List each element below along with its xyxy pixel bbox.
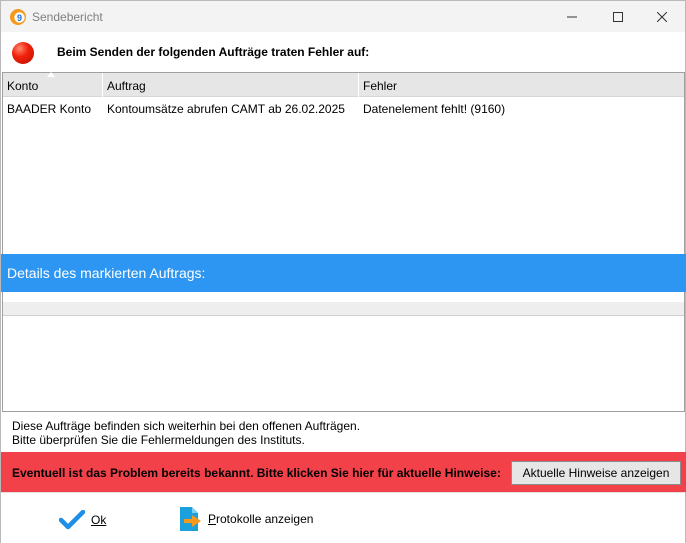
sendebericht-window: 9 Sendebericht Beim Senden der folgenden…: [0, 0, 686, 543]
error-header-text: Beim Senden der folgenden Aufträge trate…: [57, 45, 370, 59]
cell-auftrag: Kontoumsätze abrufen CAMT ab 26.02.2025: [107, 102, 345, 116]
error-header: Beim Senden der folgenden Aufträge trate…: [1, 32, 685, 72]
close-button[interactable]: [639, 1, 685, 32]
table-row[interactable]: BAADER Konto Kontoumsätze abrufen CAMT a…: [3, 98, 684, 120]
protocols-label: Protokolle anzeigen: [208, 512, 314, 526]
column-header-auftrag[interactable]: Auftrag: [103, 73, 359, 97]
minimize-icon: [567, 16, 577, 17]
show-hints-button[interactable]: Aktuelle Hinweise anzeigen: [511, 461, 681, 485]
known-issue-banner: Eventuell ist das Problem bereits bekann…: [1, 452, 686, 492]
column-header-konto[interactable]: Konto: [3, 72, 103, 97]
app-logo-icon: 9: [9, 8, 27, 26]
details-title: Details des markierten Auftrags:: [7, 265, 206, 281]
close-icon: [657, 11, 667, 22]
error-dot-icon: [12, 42, 34, 64]
banner-text: Eventuell ist das Problem bereits bekann…: [12, 466, 501, 480]
sort-arrow-icon: [47, 72, 55, 77]
maximize-icon: [613, 11, 623, 22]
ok-button[interactable]: Ok: [59, 507, 106, 533]
document-arrow-icon: [180, 507, 201, 531]
table-header: Konto Auftrag Fehler: [3, 72, 684, 97]
window-title: Sendebericht: [32, 10, 103, 24]
details-list-header: [3, 302, 684, 316]
footer: Ok Protokolle anzeigen: [1, 492, 685, 543]
cell-fehler: Datenelement fehlt! (9160): [363, 102, 506, 116]
info-line-2: Bitte überprüfen Sie die Fehlermeldungen…: [12, 433, 305, 447]
minimize-button[interactable]: [549, 1, 595, 32]
info-line-1: Diese Aufträge befinden sich weiterhin b…: [12, 419, 361, 433]
ok-label: Ok: [91, 513, 107, 527]
details-header: Details des markierten Auftrags:: [1, 254, 686, 292]
details-list: [2, 292, 685, 412]
maximize-button[interactable]: [595, 1, 641, 32]
checkmark-icon: [59, 510, 85, 530]
show-protocols-button[interactable]: Protokolle anzeigen: [178, 505, 313, 533]
svg-text:9: 9: [17, 13, 22, 23]
title-bar: 9 Sendebericht: [1, 1, 685, 32]
cell-konto: BAADER Konto: [7, 102, 92, 116]
failed-orders-table: Konto Auftrag Fehler BAADER Konto Kontou…: [2, 72, 685, 254]
column-header-fehler[interactable]: Fehler: [359, 73, 684, 97]
